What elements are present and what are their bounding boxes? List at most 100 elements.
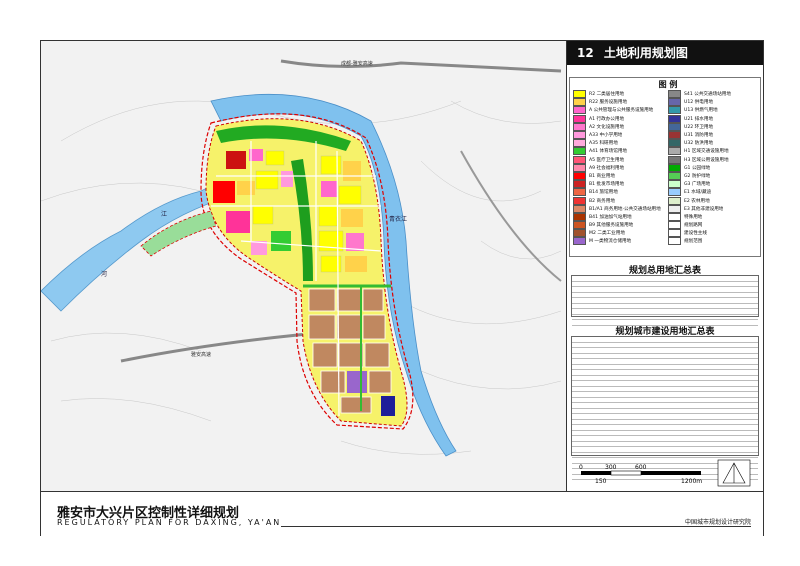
legend-swatch bbox=[573, 114, 586, 123]
north-arrow-icon bbox=[717, 459, 751, 487]
institute-name: 中国城市规划设计研究院 bbox=[684, 519, 751, 526]
legend-swatch bbox=[573, 90, 586, 99]
legend-item: G2 防护绿地 bbox=[668, 171, 760, 180]
legend-item: B1/A1 商务用地·公共交通场站用地 bbox=[573, 204, 665, 213]
legend-label: R22 服务设施用地 bbox=[589, 100, 628, 106]
legend-label: A33 中小学用地 bbox=[589, 133, 623, 139]
legend-label: R2 二类居住用地 bbox=[589, 92, 625, 98]
legend-swatch bbox=[573, 188, 586, 197]
legend-label: 规划范围 bbox=[684, 239, 703, 245]
legend-item: A41 体育场馆用地 bbox=[573, 147, 665, 156]
scale-tick: 600 bbox=[635, 464, 647, 471]
legend-swatch bbox=[573, 98, 586, 107]
legend-swatch bbox=[573, 171, 586, 180]
legend-swatch bbox=[668, 171, 681, 180]
legend-swatch bbox=[573, 163, 586, 172]
legend: 图 例 R2 二类居住用地 R22 服务设施用地 A 公共管理与公共服务设施用地 A1… bbox=[569, 77, 761, 257]
legend-swatch bbox=[668, 163, 681, 172]
map-canvas: 成都-雅安高速 青衣江 江 河 雅安高速 bbox=[41, 41, 566, 491]
legend-label: B1/A1 商务用地·公共交通场站用地 bbox=[589, 206, 661, 212]
legend-right-column: S41 公共交通场站用地 U12 供电用地 U13 供燃气用地 U21 排水用地 U22… bbox=[668, 90, 760, 246]
legend-label: A1 行政办公用地 bbox=[589, 116, 625, 122]
legend-item: B2 商务用地 bbox=[573, 196, 665, 205]
legend-label: U13 供燃气用地 bbox=[684, 108, 718, 114]
legend-item: S41 公共交通场站用地 bbox=[668, 90, 760, 99]
scale-tick: 300 bbox=[605, 464, 617, 471]
footer: 雅安市大兴片区控制性详细规划 REGULATORY PLAN FOR DAXIN… bbox=[41, 491, 763, 536]
legend-item: E2 农林用地 bbox=[668, 196, 760, 205]
map-label: 河 bbox=[101, 270, 107, 278]
scale-sub: 150 bbox=[595, 478, 607, 485]
legend-label: E1 水域/藏迪 bbox=[684, 190, 712, 196]
legend-label: B41 加油加气站用地 bbox=[589, 214, 632, 220]
legend-swatch bbox=[573, 196, 586, 205]
legend-item: A33 中小学用地 bbox=[573, 131, 665, 140]
legend-swatch bbox=[573, 131, 586, 140]
legend-item: E1 水域/藏迪 bbox=[668, 188, 760, 197]
legend-swatch bbox=[668, 131, 681, 140]
legend-item: G1 公园绿地 bbox=[668, 163, 760, 172]
legend-swatch bbox=[573, 139, 586, 148]
legend-item: U32 防洪用地 bbox=[668, 139, 760, 148]
footer-title-en: REGULATORY PLAN FOR DAXING, YA'AN bbox=[57, 518, 282, 527]
legend-label: A9 社会福利用地 bbox=[589, 165, 625, 171]
scale-sub: 1200m bbox=[681, 478, 702, 485]
legend-item: M 一类物流仓储用地 bbox=[573, 237, 665, 246]
legend-label: B1 商业用地 bbox=[589, 173, 615, 179]
legend-label: B9 其他服务设施用地 bbox=[589, 223, 634, 229]
legend-item: A9 社会福利用地 bbox=[573, 163, 665, 172]
legend-swatch bbox=[668, 139, 681, 148]
legend-swatch bbox=[668, 114, 681, 123]
legend-swatch bbox=[668, 237, 681, 246]
legend-item: R22 服务设施用地 bbox=[573, 98, 665, 107]
legend-swatch bbox=[668, 106, 681, 115]
map-label: 雅安高速 bbox=[191, 351, 211, 358]
legend-label: G2 防护绿地 bbox=[684, 173, 711, 179]
legend-label: U31 消防用地 bbox=[684, 133, 714, 139]
legend-swatch bbox=[573, 212, 586, 221]
legend-label: E3 其他非建设用地 bbox=[684, 206, 724, 212]
land-use-map: 成都-雅安高速 青衣江 江 河 雅安高速 bbox=[41, 41, 566, 491]
legend-label: A41 体育场馆用地 bbox=[589, 149, 628, 155]
legend-item: B14 旅馆用地 bbox=[573, 188, 665, 197]
legend-swatch bbox=[573, 180, 586, 189]
legend-label: B1 批发市场用地 bbox=[589, 182, 625, 188]
legend-item: H3 区域公用设施用地 bbox=[668, 155, 760, 164]
legend-swatch bbox=[668, 229, 681, 238]
legend-swatch bbox=[668, 90, 681, 99]
map-title: 土地利用规划图 bbox=[603, 46, 688, 60]
map-number: 12 bbox=[577, 46, 594, 60]
legend-item: U31 消防用地 bbox=[668, 131, 760, 140]
legend-swatch bbox=[573, 155, 586, 164]
legend-swatch bbox=[668, 180, 681, 189]
legend-swatch bbox=[668, 204, 681, 213]
legend-label: U21 排水用地 bbox=[684, 116, 714, 122]
legend-swatch bbox=[573, 122, 586, 131]
legend-item: U21 排水用地 bbox=[668, 114, 760, 123]
legend-item: R2 二类居住用地 bbox=[573, 90, 665, 99]
legend-swatch bbox=[573, 106, 586, 115]
legend-label: E2 农林用地 bbox=[684, 198, 710, 204]
legend-swatch bbox=[668, 98, 681, 107]
legend-item: A2 文化设施用地 bbox=[573, 122, 665, 131]
legend-label: B14 旅馆用地 bbox=[589, 190, 618, 196]
legend-swatch bbox=[668, 122, 681, 131]
legend-item: A5 医疗卫生用地 bbox=[573, 155, 665, 164]
footer-rule bbox=[281, 526, 751, 527]
legend-label: H1 区域交通设施用地 bbox=[684, 149, 729, 155]
legend-swatch bbox=[668, 155, 681, 164]
legend-swatch bbox=[573, 229, 586, 238]
legend-label: G3 广场用地 bbox=[684, 182, 711, 188]
legend-label: U32 防洪用地 bbox=[684, 141, 714, 147]
legend-item: 规划范围 bbox=[668, 237, 760, 246]
legend-swatch bbox=[668, 196, 681, 205]
legend-item: 特殊用地 bbox=[668, 212, 760, 221]
legend-label: A5 医疗卫生用地 bbox=[589, 157, 625, 163]
legend-item: B1 商业用地 bbox=[573, 171, 665, 180]
legend-item: H1 区域交通设施用地 bbox=[668, 147, 760, 156]
scale-tick: 0 bbox=[579, 464, 583, 471]
legend-item: G3 广场用地 bbox=[668, 180, 760, 189]
legend-label: B2 商务用地 bbox=[589, 198, 615, 204]
map-label: 江 bbox=[161, 211, 167, 218]
legend-panel: 12 土地利用规划图 图 例 R2 二类居住用地 R22 服务设施用地 A 公共管理… bbox=[566, 41, 763, 491]
